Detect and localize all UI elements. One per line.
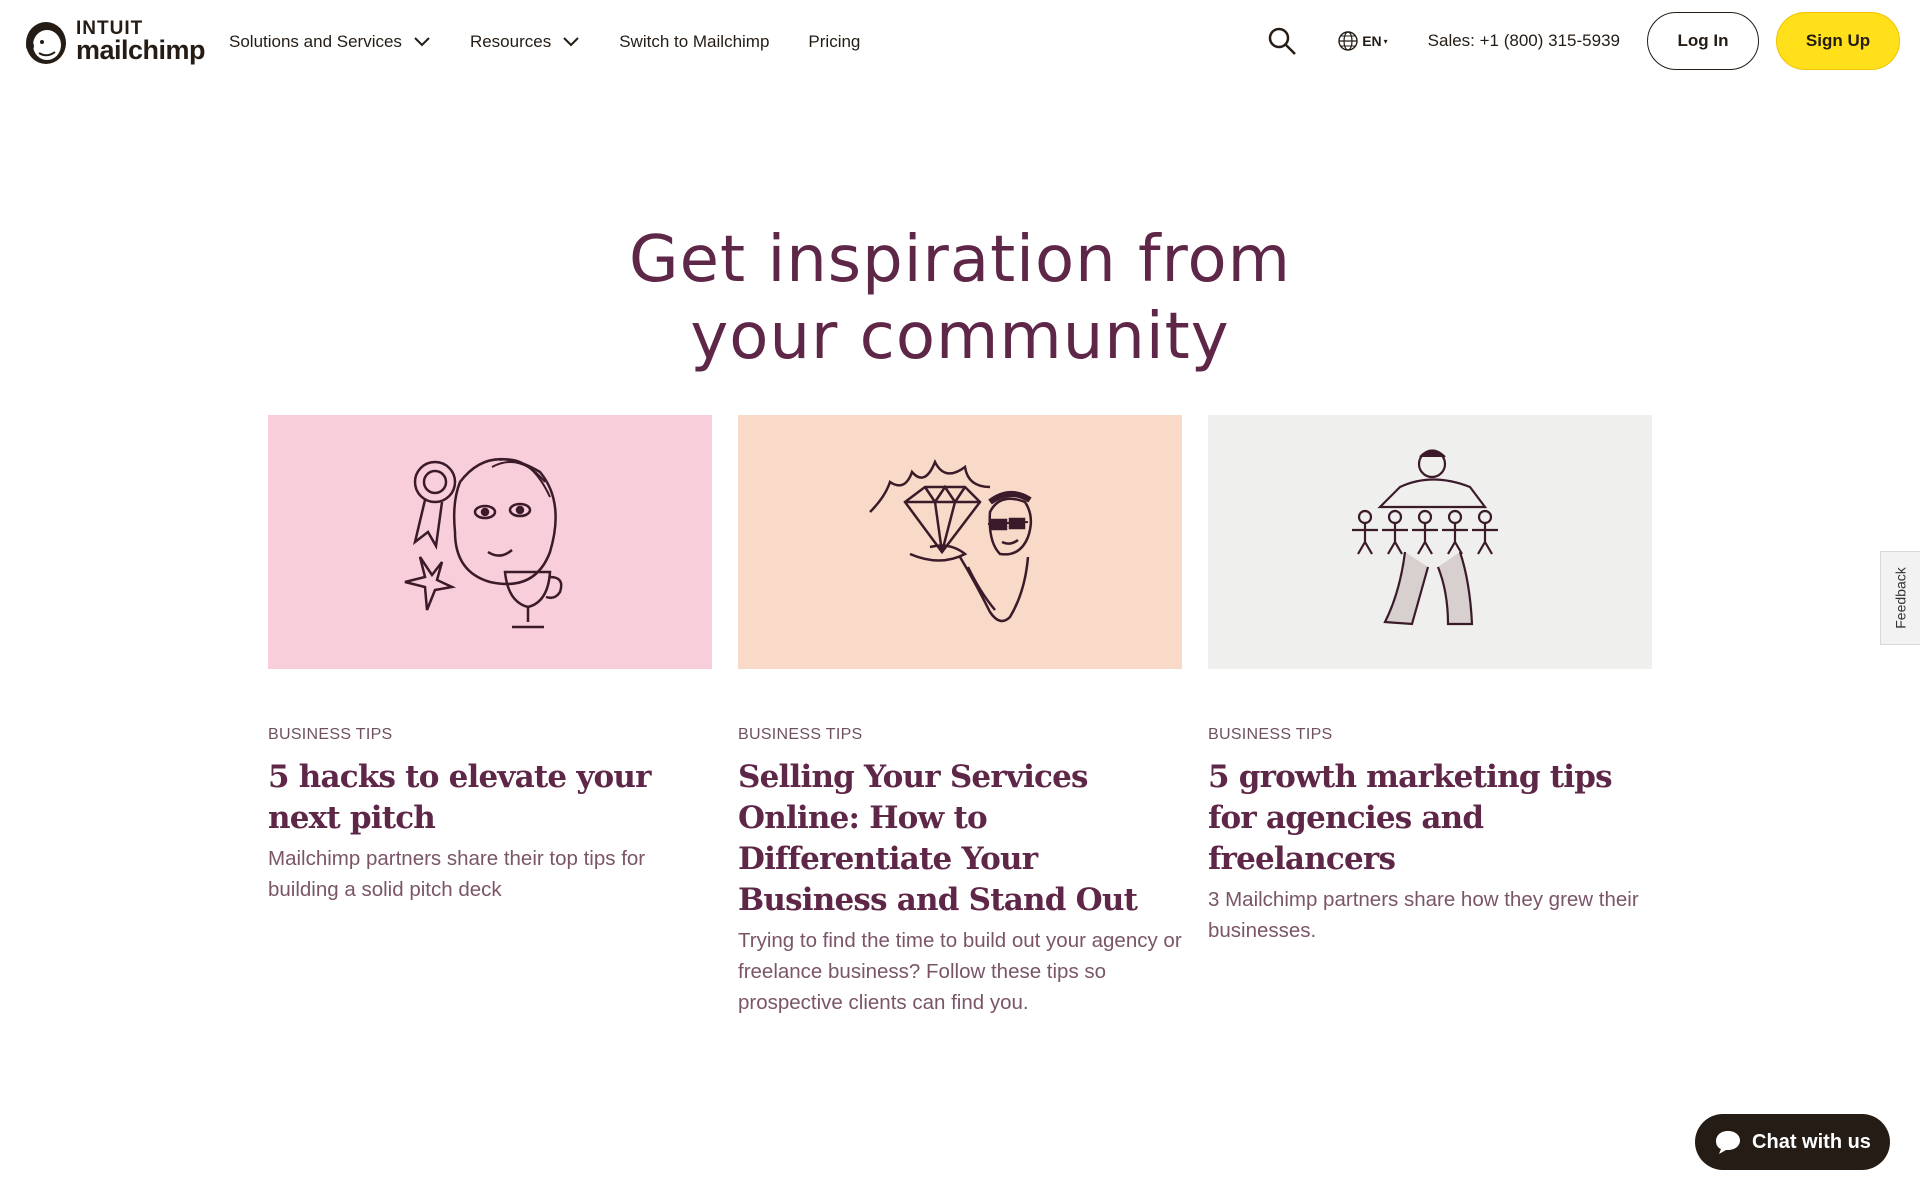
section-title-line1: Get inspiration from [629,223,1291,297]
chat-label: Chat with us [1752,1130,1871,1153]
chevron-down-icon [414,37,430,47]
nav-switch-link[interactable]: Switch to Mailchimp [619,32,769,52]
main-nav: Solutions and Services Resources Switch … [229,0,860,84]
card-description: Trying to find the time to build out you… [738,929,1182,1014]
card-category: BUSINESS TIPS [1208,726,1333,743]
nav-solutions-label: Solutions and Services [229,32,402,51]
site-header: INTUIT mailchimp Solutions and Services … [0,0,1920,84]
nav-resources-dropdown[interactable]: Resources [470,32,579,52]
man-holding-diamond-illustration-icon [869,458,1033,623]
card-category: BUSINESS TIPS [268,726,393,743]
chat-bubble-icon [1716,1131,1741,1154]
card-image [268,415,712,669]
card-description: 3 Mailchimp partners share how they grew… [1208,888,1639,942]
section-title: Get inspiration from your community [0,222,1920,376]
person-with-paper-dolls-illustration-icon [1352,449,1498,626]
card-title[interactable]: Selling Your Services Online: How to Dif… [738,757,1182,921]
mailchimp-logo[interactable]: INTUIT mailchimp [22,16,206,66]
language-label: EN [1362,33,1382,49]
login-button[interactable]: Log In [1647,12,1759,70]
nav-pricing-link[interactable]: Pricing [808,32,860,52]
feedback-tab[interactable]: Feedback [1880,551,1920,645]
language-selector[interactable]: EN ▾ [1337,30,1388,52]
card-image [1208,415,1652,669]
sales-phone: Sales: +1 (800) 315-5939 [1427,31,1620,50]
article-card[interactable]: BUSINESS TIPS 5 growth marketing tips fo… [1208,415,1652,1018]
chevron-down-icon [563,37,579,47]
feedback-label: Feedback [1892,567,1909,629]
card-title[interactable]: 5 hacks to elevate your next pitch [268,757,712,839]
article-card[interactable]: BUSINESS TIPS Selling Your Services Onli… [738,415,1182,1018]
nav-resources-label: Resources [469,32,552,51]
header-actions: EN ▾ Sales: +1 (800) 315-5939 Log In Sig… [1267,12,1900,70]
card-description: Mailchimp partners share their top tips … [268,847,646,901]
article-cards: BUSINESS TIPS 5 hacks to elevate your ne… [268,415,1652,1018]
nav-solutions-dropdown[interactable]: Solutions and Services [229,32,430,52]
globe-icon [1338,31,1358,51]
signup-button[interactable]: Sign Up [1776,12,1900,70]
woman-with-trophy-illustration-icon [404,457,563,629]
article-card[interactable]: BUSINESS TIPS 5 hacks to elevate your ne… [268,415,712,1018]
search-icon[interactable] [1267,26,1297,56]
card-image [738,415,1182,669]
freddie-logo-icon [26,22,66,64]
mailchimp-wordmark: mailchimp [76,34,206,65]
card-category: BUSINESS TIPS [738,726,863,743]
chat-button[interactable]: Chat with us [1695,1114,1890,1170]
caret-down-icon: ▾ [1383,36,1388,46]
card-title[interactable]: 5 growth marketing tips for agencies and… [1208,757,1652,880]
section-title-line2: your community [690,300,1230,374]
